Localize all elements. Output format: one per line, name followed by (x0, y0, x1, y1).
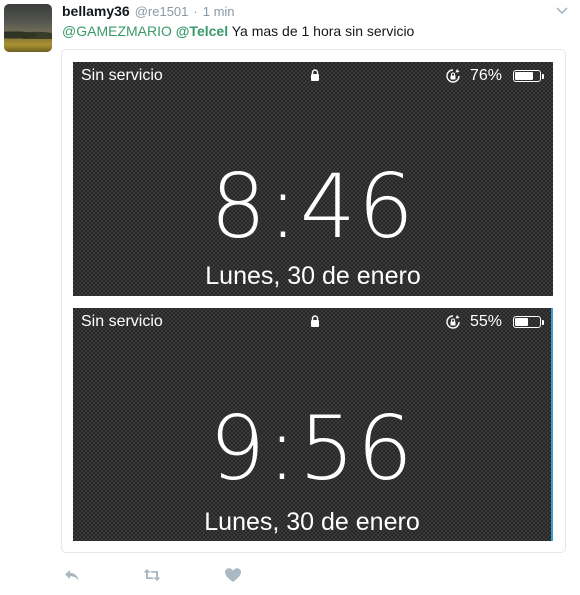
battery-tip (542, 320, 544, 325)
rotation-lock-icon (446, 315, 460, 329)
tweet-text: @GAMEZMARIO @Telcel Ya mas de 1 hora sin… (62, 22, 414, 40)
carrier-status: Sin servicio (81, 67, 163, 84)
fullname[interactable]: bellamy36 (62, 3, 130, 19)
battery-fill (515, 72, 534, 80)
battery-fill (515, 318, 529, 326)
reply-icon[interactable] (62, 566, 82, 584)
clock-date: Lunes, 30 de enero (205, 262, 421, 290)
username[interactable]: @re1501 (135, 4, 189, 19)
tweet-body: Ya mas de 1 hora sin servicio (231, 23, 415, 39)
lockscreen-image[interactable]: Sin servicio 55% 9:56 Lunes, 30 de enero (73, 308, 553, 541)
battery-percentage: 76% (470, 67, 503, 84)
clock-time: 8:46 (210, 155, 416, 258)
clock-date: Lunes, 30 de enero (204, 508, 420, 536)
lock-icon (311, 69, 319, 81)
rotation-lock-icon (446, 69, 460, 83)
retweet-icon[interactable] (142, 566, 162, 584)
battery-percentage: 55% (470, 313, 503, 330)
clock-time: 9:56 (209, 397, 415, 500)
chevron-down-icon[interactable] (555, 5, 569, 17)
mention-link[interactable]: @Telcel (176, 23, 228, 39)
separator: · (193, 4, 198, 19)
avatar[interactable] (4, 4, 52, 52)
tweet: bellamy36 @re1501 · 1 min @GAMEZMARIO @T… (0, 0, 580, 595)
battery-tip (542, 74, 544, 79)
lockscreen-image[interactable]: Sin servicio 76% 8:46 Lunes, 30 de enero (73, 62, 553, 296)
mention-link[interactable]: @GAMEZMARIO (62, 23, 172, 39)
avatar-image (4, 29, 52, 39)
battery-icon (513, 70, 541, 82)
heart-icon[interactable] (223, 566, 243, 584)
battery-icon (513, 316, 541, 328)
tweet-header: bellamy36 @re1501 · 1 min (62, 3, 235, 21)
carrier-status: Sin servicio (81, 313, 163, 330)
timestamp[interactable]: 1 min (203, 4, 235, 19)
lock-icon (311, 315, 319, 327)
